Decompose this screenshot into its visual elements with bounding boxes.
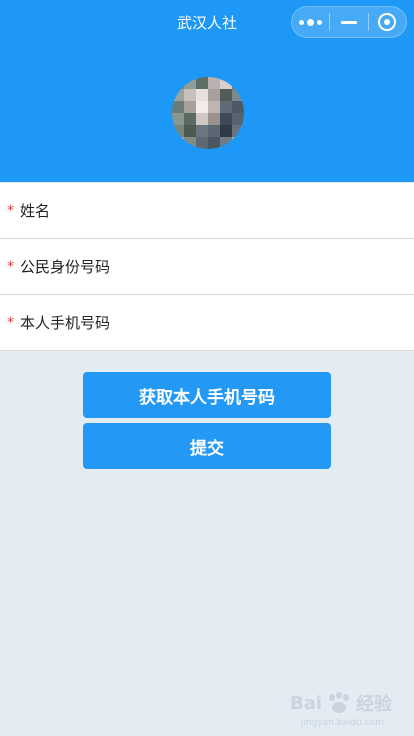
id-number-field[interactable]: * 公民身份号码 [0, 239, 414, 295]
name-field[interactable]: * 姓名 [0, 183, 414, 239]
form: * 姓名 * 公民身份号码 * 本人手机号码 [0, 183, 414, 351]
avatar[interactable] [172, 77, 244, 149]
paw-icon [326, 692, 352, 714]
required-mark: * [7, 202, 14, 219]
minimize-icon [340, 20, 357, 24]
watermark-brand: Bai [289, 692, 322, 714]
close-button[interactable] [369, 7, 406, 37]
more-button[interactable] [292, 7, 329, 37]
more-dots-icon [299, 18, 323, 26]
target-circle-icon [378, 13, 397, 31]
required-mark: * [7, 258, 14, 275]
submit-button[interactable]: 提交 [83, 423, 331, 469]
phone-field-label: 本人手机号码 [20, 314, 111, 332]
minimize-button[interactable] [330, 7, 367, 37]
watermark-brand-cn: 经验 [356, 694, 392, 715]
phone-field[interactable]: * 本人手机号码 [0, 295, 414, 351]
name-field-label: 姓名 [20, 202, 51, 220]
get-phone-button[interactable]: 获取本人手机号码 [83, 372, 331, 418]
watermark: Bai 经验 [290, 690, 392, 716]
page: 武汉人社 * 姓名 * 公民身份号码 * 本人手机号码 获取本人手机号码 提交 … [0, 0, 414, 736]
miniprogram-capsule [291, 6, 407, 38]
required-mark: * [7, 314, 14, 331]
page-title: 武汉人社 [176, 13, 237, 32]
id-number-field-label: 公民身份号码 [20, 258, 111, 276]
navigation-bar: 武汉人社 [0, 0, 414, 44]
watermark-url: jingyan.baidu.com [300, 718, 384, 728]
profile-header [0, 44, 414, 182]
